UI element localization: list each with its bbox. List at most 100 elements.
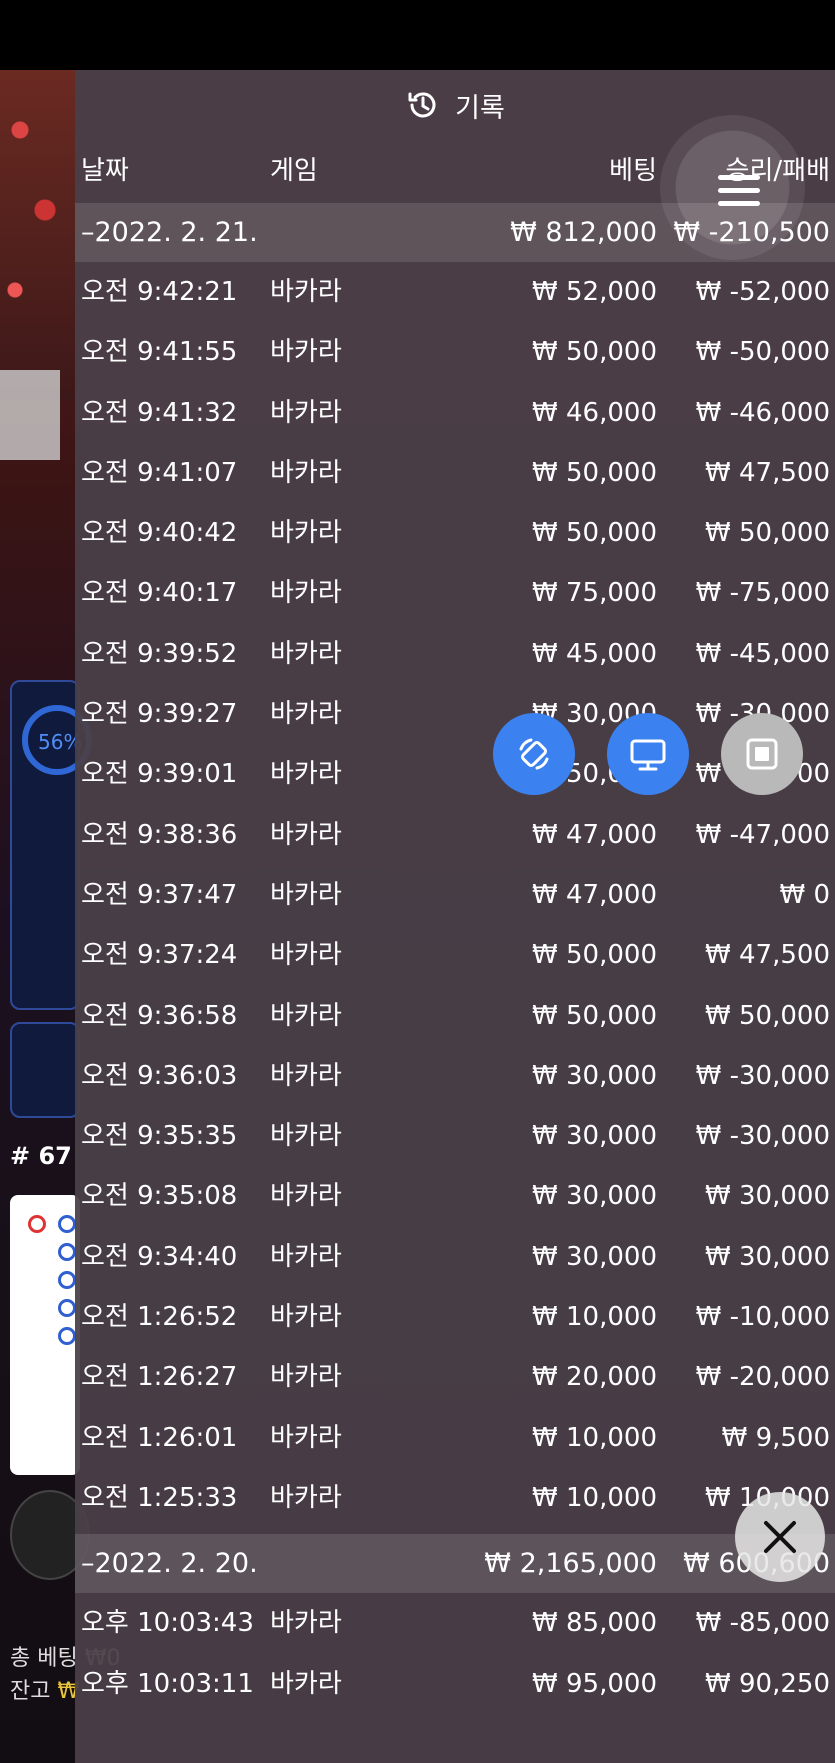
group-date: –2022. 2. 21. xyxy=(81,217,258,248)
history-row[interactable]: 오전 9:41:32 바카라 ₩ 46,000 ₩ -46,000 xyxy=(75,383,835,443)
row-win-loss: ₩ -30,000 xyxy=(695,1060,830,1091)
history-row[interactable]: 오전 9:34:40 바카라 ₩ 30,000 ₩ 30,000 xyxy=(75,1227,835,1287)
row-time: 오전 9:36:58 xyxy=(81,1000,238,1031)
row-game: 바카라 xyxy=(270,819,342,850)
row-win-loss: ₩ -85,000 xyxy=(695,1608,830,1639)
row-bet: ₩ 30,000 xyxy=(532,1060,657,1091)
row-game: 바카라 xyxy=(270,1000,342,1031)
row-game: 바카라 xyxy=(270,277,342,307)
history-row[interactable]: 오전 9:37:24 바카라 ₩ 50,000 ₩ 47,500 xyxy=(75,925,835,985)
row-time: 오전 9:39:01 xyxy=(81,759,238,790)
fullscreen-button[interactable] xyxy=(721,713,803,795)
row-time: 오전 1:26:52 xyxy=(81,1302,238,1333)
page-title: 기록 xyxy=(455,92,505,124)
row-bet: ₩ 20,000 xyxy=(532,1362,657,1393)
history-row[interactable]: 오전 9:35:35 바카라 ₩ 30,000 ₩ -30,000 xyxy=(75,1106,835,1166)
row-game: 바카라 xyxy=(270,1422,342,1453)
group-total-bet: ₩ 2,165,000 xyxy=(484,1548,657,1580)
row-time: 오전 9:40:42 xyxy=(81,518,238,549)
row-game: 바카라 xyxy=(270,1362,342,1393)
road-dot xyxy=(28,1215,46,1233)
row-win-loss: ₩ 90,250 xyxy=(705,1668,830,1699)
history-row[interactable]: 오전 1:26:01 바카라 ₩ 10,000 ₩ 9,500 xyxy=(75,1408,835,1468)
row-bet: ₩ 50,000 xyxy=(532,337,657,368)
rotate-icon xyxy=(519,738,549,770)
row-game: 바카라 xyxy=(270,1302,342,1333)
history-row[interactable]: 오전 1:26:52 바카라 ₩ 10,000 ₩ -10,000 xyxy=(75,1287,835,1347)
row-time: 오전 9:38:36 xyxy=(81,819,238,850)
history-row[interactable]: 오전 9:36:58 바카라 ₩ 50,000 ₩ 50,000 xyxy=(75,986,835,1046)
row-win-loss: ₩ -20,000 xyxy=(695,1362,830,1393)
row-bet: ₩ 50,000 xyxy=(532,1000,657,1031)
display-button[interactable] xyxy=(607,713,689,795)
status-bar xyxy=(0,0,835,70)
row-time: 오전 9:39:27 xyxy=(81,699,238,730)
row-game: 바카라 xyxy=(270,457,342,488)
row-game: 바카라 xyxy=(270,578,342,609)
row-game: 바카라 xyxy=(270,1482,342,1513)
history-row[interactable]: 오전 9:42:21 바카라 ₩ 52,000 ₩ -52,000 xyxy=(75,262,835,322)
row-time: 오전 9:35:08 xyxy=(81,1181,238,1212)
row-bet: ₩ 47,000 xyxy=(532,819,657,850)
row-win-loss: ₩ 9,500 xyxy=(721,1422,830,1453)
row-bet: ₩ 52,000 xyxy=(532,277,657,307)
round-number: # 67 xyxy=(10,1142,72,1170)
column-date: 날짜 xyxy=(81,156,129,186)
row-time: 오전 9:41:07 xyxy=(81,457,238,488)
history-list[interactable]: –2022. 2. 21.₩ 812,000₩ -210,500오전 9:42:… xyxy=(75,203,835,1714)
row-win-loss: ₩ 30,000 xyxy=(705,1241,830,1272)
row-game: 바카라 xyxy=(270,879,342,910)
history-row[interactable]: 오전 9:37:47 바카라 ₩ 47,000 ₩ 0 xyxy=(75,865,835,925)
history-row[interactable]: 오후 10:03:43 바카라 ₩ 85,000 ₩ -85,000 xyxy=(75,1593,835,1653)
row-game: 바카라 xyxy=(270,759,342,790)
row-game: 바카라 xyxy=(270,337,342,368)
history-row[interactable]: 오후 10:03:11 바카라 ₩ 95,000 ₩ 90,250 xyxy=(75,1654,835,1714)
row-win-loss: ₩ 50,000 xyxy=(705,518,830,549)
row-time: 오후 10:03:43 xyxy=(81,1608,254,1639)
history-row[interactable]: 오전 9:41:55 바카라 ₩ 50,000 ₩ -50,000 xyxy=(75,322,835,382)
row-time: 오전 1:25:33 xyxy=(81,1482,238,1513)
history-panel: 기록 날짜 게임 베팅 승리/패배 –2022. 2. 21.₩ 812,000… xyxy=(75,70,835,1763)
row-bet: ₩ 46,000 xyxy=(532,397,657,428)
row-win-loss: ₩ -30,000 xyxy=(695,1121,830,1152)
row-win-loss: ₩ -47,000 xyxy=(695,819,830,850)
row-game: 바카라 xyxy=(270,699,342,730)
rotate-button[interactable] xyxy=(493,713,575,795)
history-row[interactable]: 오전 1:26:27 바카라 ₩ 20,000 ₩ -20,000 xyxy=(75,1347,835,1407)
history-row[interactable]: 오전 1:25:33바카라₩ 10,000₩ 10,000 xyxy=(75,1468,835,1528)
row-win-loss: ₩ -50,000 xyxy=(695,337,830,368)
row-game: 바카라 xyxy=(270,518,342,549)
row-bet: ₩ 10,000 xyxy=(532,1482,657,1513)
road-dot xyxy=(58,1243,76,1261)
row-bet: ₩ 95,000 xyxy=(532,1668,657,1699)
history-icon xyxy=(408,92,436,118)
row-bet: ₩ 75,000 xyxy=(532,578,657,609)
hamburger-icon xyxy=(718,175,760,206)
row-game: 바카라 xyxy=(270,1241,342,1272)
history-row[interactable]: 오전 9:38:36 바카라 ₩ 47,000 ₩ -47,000 xyxy=(75,805,835,865)
row-time: 오전 9:41:55 xyxy=(81,337,238,368)
history-row[interactable]: 오전 9:41:07 바카라 ₩ 50,000 ₩ 47,500 xyxy=(75,443,835,503)
row-bet: ₩ 45,000 xyxy=(532,638,657,669)
row-win-loss: ₩ 47,500 xyxy=(705,457,830,488)
history-row[interactable]: 오전 9:40:42 바카라 ₩ 50,000 ₩ 50,000 xyxy=(75,503,835,563)
group-date: –2022. 2. 20. xyxy=(81,1548,258,1580)
history-row[interactable]: 오전 9:39:52 바카라 ₩ 45,000 ₩ -45,000 xyxy=(75,624,835,684)
balance-label: 잔고 ₩ xyxy=(10,1679,80,1704)
history-row[interactable]: 오전 9:39:27 바카라 ₩ 30,000 ₩ -30,000 xyxy=(75,684,835,744)
row-bet: ₩ 30,000 xyxy=(532,1181,657,1212)
row-time: 오후 10:03:11 xyxy=(81,1668,254,1699)
road-dot xyxy=(58,1299,76,1317)
history-row[interactable]: 오전 9:35:08 바카라 ₩ 30,000 ₩ 30,000 xyxy=(75,1166,835,1226)
row-bet: ₩ 50,000 xyxy=(532,518,657,549)
road-dot xyxy=(58,1327,76,1345)
row-game: 바카라 xyxy=(270,1668,342,1699)
row-win-loss: ₩ 50,000 xyxy=(705,1000,830,1031)
row-win-loss: ₩ 30,000 xyxy=(705,1181,830,1212)
row-game: 바카라 xyxy=(270,1121,342,1152)
close-button[interactable] xyxy=(735,1492,825,1582)
monitor-icon xyxy=(630,739,666,771)
history-row[interactable]: 오전 9:36:03 바카라 ₩ 30,000 ₩ -30,000 xyxy=(75,1046,835,1106)
history-row[interactable]: 오전 9:40:17 바카라 ₩ 75,000 ₩ -75,000 xyxy=(75,563,835,623)
date-group-header[interactable]: –2022. 2. 20.₩ 2,165,000₩ 600,600 xyxy=(75,1534,835,1594)
